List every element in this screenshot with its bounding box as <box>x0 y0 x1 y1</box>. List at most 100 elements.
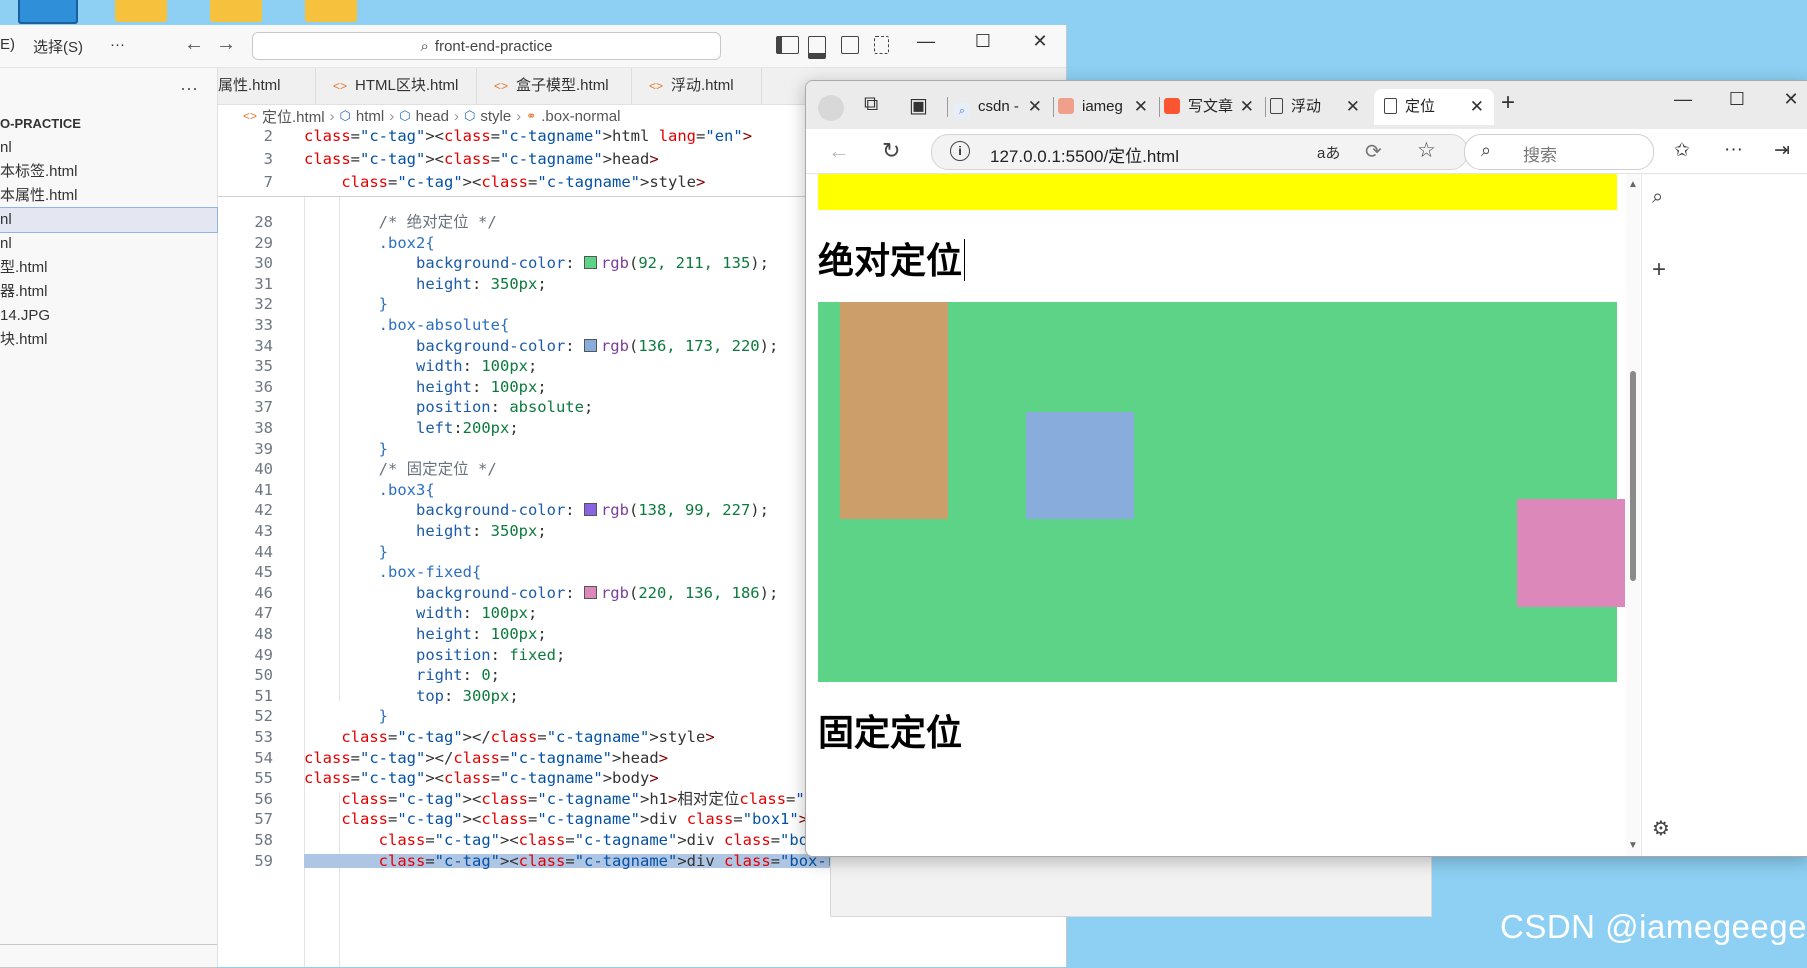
explorer-file[interactable]: nl <box>0 136 217 160</box>
explorer-file[interactable]: 型.html <box>0 256 217 280</box>
url-text: 127.0.0.1:5500/定位.html <box>990 147 1180 166</box>
desktop-folder-icon[interactable] <box>115 0 167 22</box>
page-icon <box>1384 98 1397 114</box>
sidebar-toggle-icon[interactable]: ⇥ <box>1774 139 1790 162</box>
browser-close-button[interactable]: ✕ <box>1776 89 1806 110</box>
customize-layout-icon[interactable] <box>874 36 889 54</box>
search-icon[interactable]: ⌕ <box>1652 186 1663 209</box>
tan-normal-box <box>840 302 948 519</box>
close-button[interactable]: ✕ <box>1025 31 1055 52</box>
new-tab-button[interactable]: + <box>1501 89 1515 117</box>
menu-more[interactable]: ··· <box>110 36 125 53</box>
browser-toolbar: ← ↻ i 127.0.0.1:5500/定位.html aあ ⟳ ☆ ⌕ 搜索… <box>806 129 1807 174</box>
explorer-file[interactable]: 块.html <box>0 328 217 352</box>
close-icon[interactable]: ✕ <box>1346 89 1360 125</box>
code-text: /* 固定定位 */ <box>378 460 497 479</box>
tab-html-block[interactable]: <> HTML区块.html <box>315 68 477 104</box>
explorer-file-selected[interactable]: nl <box>0 207 218 233</box>
scroll-up-arrow-icon[interactable]: ▲ <box>1628 179 1638 190</box>
vertical-tabs-icon[interactable]: ▣ <box>909 93 928 118</box>
close-icon[interactable]: ✕ <box>1028 89 1042 125</box>
breadcrumb-selector[interactable]: .box-normal <box>541 108 620 125</box>
explorer-file[interactable]: 14.JPG <box>0 304 217 328</box>
toggle-primary-sidebar-icon[interactable] <box>776 36 799 54</box>
scroll-down-arrow-icon[interactable]: ▼ <box>1628 840 1638 851</box>
element-icon: ⬡ <box>339 108 351 123</box>
desktop-folder-icon[interactable] <box>210 0 262 22</box>
toggle-secondary-sidebar-icon[interactable] <box>841 36 859 54</box>
browser-minimize-button[interactable]: — <box>1668 89 1698 110</box>
code-text: class="c-tag"><class="c-tagname">style> <box>341 173 706 191</box>
refresh-icon[interactable]: ↻ <box>882 138 900 164</box>
favorite-star-icon[interactable]: ☆ <box>1417 138 1436 163</box>
profile-avatar-icon[interactable] <box>818 95 844 121</box>
menu-select[interactable]: 选择(S) <box>33 36 83 57</box>
maximize-button[interactable]: ☐ <box>968 31 998 52</box>
search-icon: ⌕ <box>1481 140 1492 160</box>
collections-icon[interactable]: ⧉ <box>864 93 878 116</box>
code-text: height: 350px; <box>415 522 547 540</box>
line-number: 30 <box>254 254 273 273</box>
desktop-computer-icon[interactable] <box>18 0 78 24</box>
breadcrumb-head[interactable]: head <box>416 108 449 125</box>
explorer-more-icon[interactable]: ··· <box>180 78 198 99</box>
browser-tab-csdn[interactable]: ⌕ csdn - ✕ <box>954 89 1052 125</box>
toggle-panel-icon[interactable] <box>808 36 826 59</box>
browser-tab-iamegeege[interactable]: iameg ✕ <box>1058 89 1158 125</box>
scrollbar-thumb[interactable] <box>1630 371 1636 581</box>
close-icon[interactable]: ✕ <box>1470 89 1484 125</box>
read-aloud-icon[interactable]: aあ <box>1317 142 1340 163</box>
line-number: 54 <box>254 748 273 767</box>
tab-attributes[interactable]: 属性.html <box>218 68 316 104</box>
back-arrow-icon[interactable]: ← <box>828 138 850 164</box>
code-text: height: 100px; <box>415 377 547 396</box>
code-text: } <box>378 707 388 726</box>
line-number: 39 <box>254 439 273 458</box>
code-text: class="c-tag"><class="c-tagname">html la… <box>304 127 753 145</box>
settings-more-icon[interactable]: ··· <box>1724 139 1743 161</box>
tab-box-model[interactable]: <> 盒子模型.html <box>476 68 632 104</box>
element-icon: ⬡ <box>463 108 476 123</box>
breadcrumb-file[interactable]: 定位.html <box>262 106 325 127</box>
browser-search-box[interactable]: ⌕ 搜索 <box>1464 134 1654 170</box>
chevron-right-icon: › <box>389 107 395 125</box>
browser-tab-positioning-active[interactable]: 定位 ✕ <box>1374 89 1494 125</box>
code-text: .box2{ <box>378 233 435 252</box>
address-bar[interactable]: i 127.0.0.1:5500/定位.html aあ ⟳ ☆ <box>931 134 1468 170</box>
breadcrumb-style[interactable]: style <box>480 108 511 125</box>
browser-essentials-icon[interactable]: ⟳ <box>1365 139 1382 164</box>
close-icon[interactable]: ✕ <box>1240 89 1254 125</box>
tab-float[interactable]: <> 浮动.html <box>631 68 762 104</box>
pink-fixed-box <box>1517 499 1625 607</box>
forward-arrow-icon[interactable]: → <box>216 33 236 56</box>
line-number: 42 <box>254 501 273 520</box>
desktop-folder-icon[interactable] <box>305 0 357 22</box>
edge-sidebar: ⌕ + ⚙ <box>1641 174 1807 856</box>
code-text: position: fixed; <box>415 645 566 664</box>
close-icon[interactable]: ✕ <box>1134 89 1148 125</box>
browser-tab-write-article[interactable]: 写文章 ✕ <box>1164 89 1264 125</box>
command-center-search[interactable]: ⌕ front-end-practice <box>252 32 721 60</box>
code-text: class="c-tag"><class="c-tagname">div cla… <box>341 810 809 829</box>
site-info-icon[interactable]: i <box>950 141 970 161</box>
explorer-file[interactable]: 本标签.html <box>0 160 217 184</box>
line-number: 28 <box>254 213 273 231</box>
minimize-button[interactable]: — <box>911 31 941 52</box>
breadcrumb-html[interactable]: html <box>356 108 384 125</box>
back-arrow-icon[interactable]: ← <box>184 33 204 56</box>
explorer-folder-header[interactable]: O-PRACTICE <box>0 112 217 136</box>
explorer-file[interactable]: 本属性.html <box>0 184 217 208</box>
code-text: background-color: rgb(92, 211, 135); <box>415 254 769 273</box>
menu-edit[interactable]: E) <box>0 36 15 53</box>
browser-maximize-button[interactable]: ☐ <box>1722 89 1752 110</box>
add-icon[interactable]: + <box>1652 256 1666 284</box>
explorer-file[interactable]: 器.html <box>0 280 217 304</box>
code-text: .box-fixed{ <box>378 563 482 582</box>
explorer-file[interactable]: nl <box>0 232 217 256</box>
browser-tab-float[interactable]: 浮动 ✕ <box>1270 89 1370 125</box>
gear-icon[interactable]: ⚙ <box>1652 816 1670 841</box>
html-file-icon: <> <box>243 109 258 123</box>
line-number: 36 <box>254 377 273 396</box>
line-number: 40 <box>254 460 273 479</box>
favorites-icon[interactable]: ✩ <box>1674 139 1690 162</box>
